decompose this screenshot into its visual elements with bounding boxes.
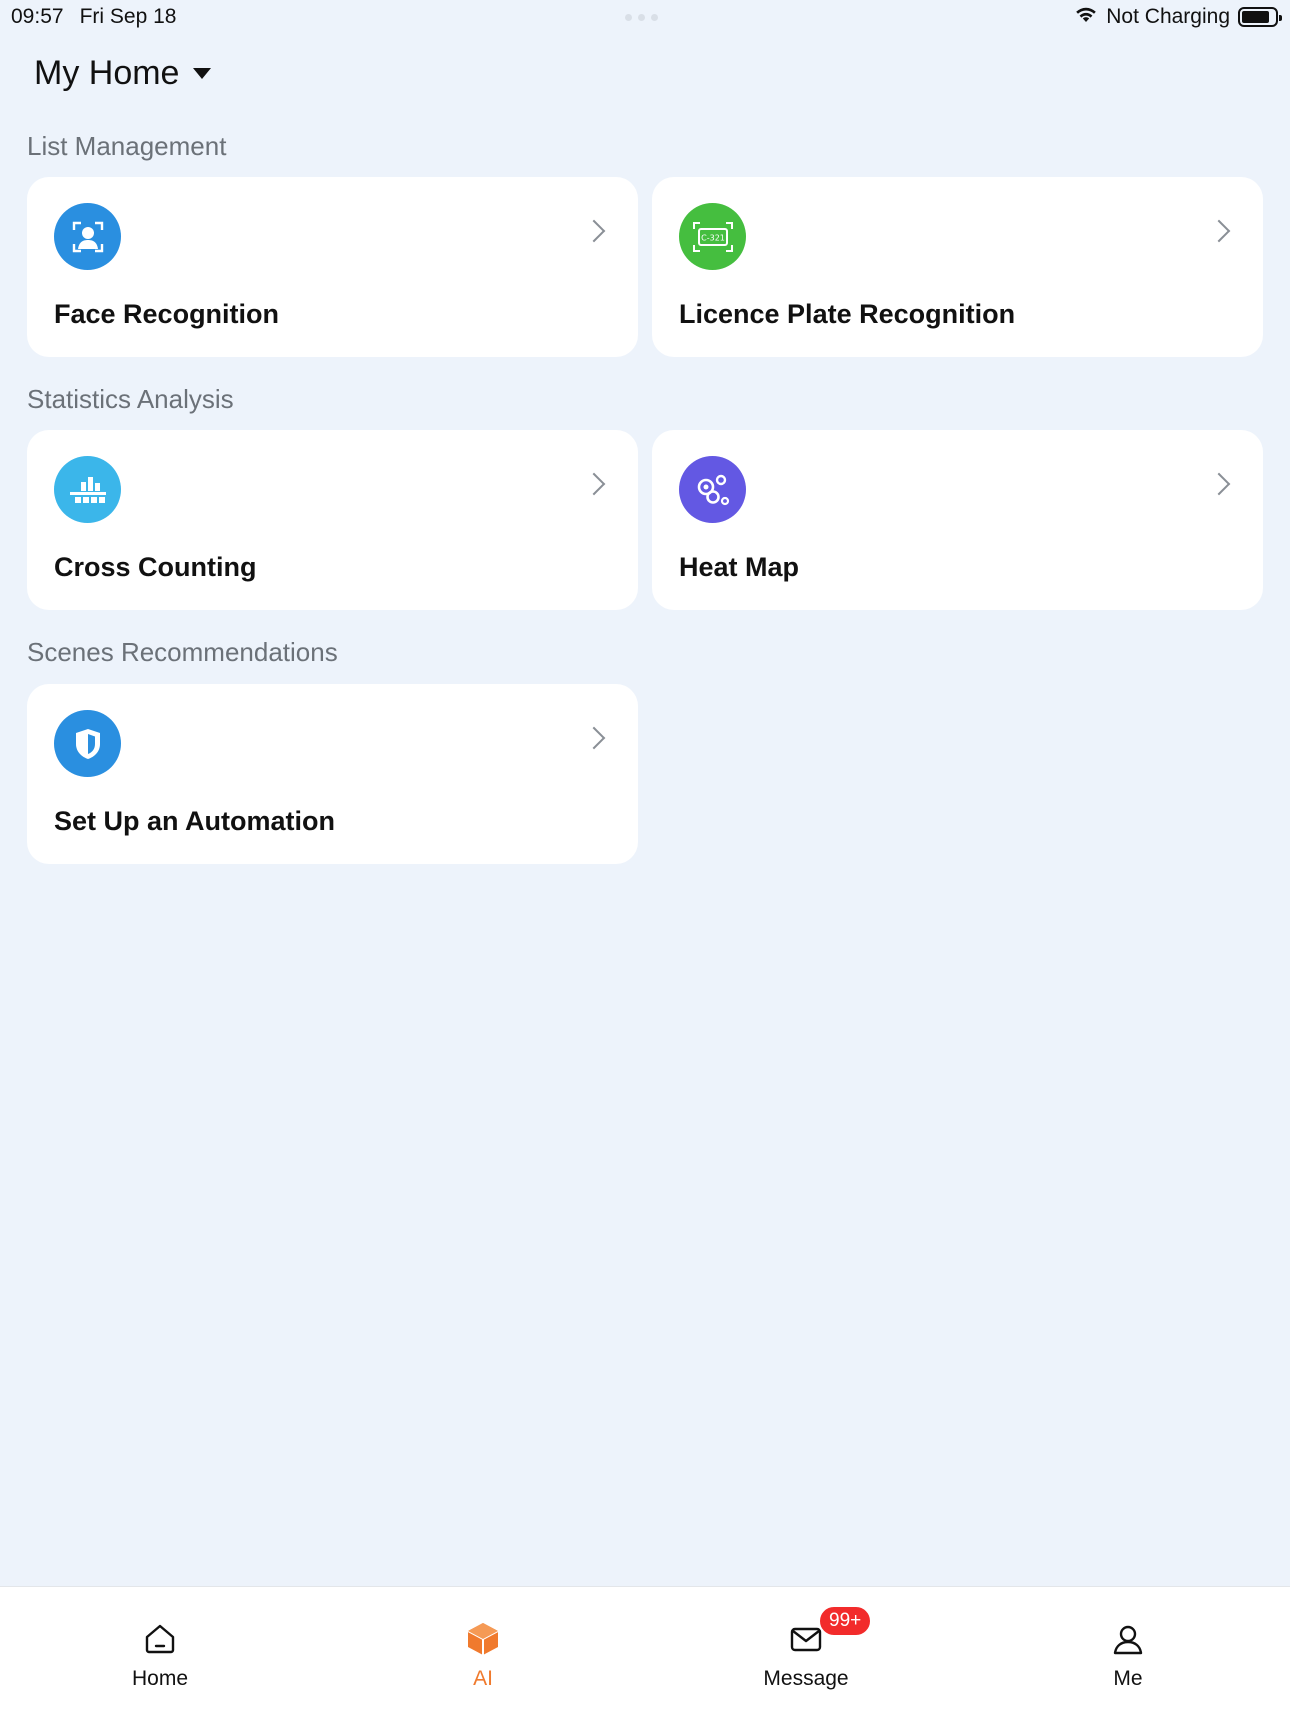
- bottom-tab-bar: Home AI Message 99+ Me: [0, 1586, 1290, 1721]
- card-label: Cross Counting: [54, 552, 257, 582]
- status-time: 09:57: [11, 5, 64, 28]
- tab-message[interactable]: Message 99+: [726, 1587, 886, 1697]
- card-cross-counting[interactable]: Cross Counting: [27, 430, 638, 610]
- home-icon: [142, 1621, 178, 1657]
- chevron-right-icon: [582, 726, 606, 750]
- plate-text: C-321: [701, 233, 725, 242]
- person-icon: [1110, 1621, 1146, 1657]
- multitasking-dots[interactable]: [625, 14, 658, 21]
- card-label: Licence Plate Recognition: [679, 299, 1016, 329]
- tab-home[interactable]: Home: [80, 1587, 240, 1697]
- message-count-badge: 99+: [818, 1605, 873, 1637]
- tab-label: AI: [473, 1667, 493, 1690]
- card-heat-map[interactable]: Heat Map: [652, 430, 1263, 610]
- section-label-statistics-analysis: Statistics Analysis: [27, 384, 234, 414]
- page-title: My Home: [34, 54, 180, 92]
- tab-ai[interactable]: AI: [403, 1587, 563, 1697]
- tab-label: Home: [131, 1667, 189, 1690]
- home-selector[interactable]: My Home: [34, 54, 212, 93]
- status-time-date: 09:57 Fri Sep 18: [11, 5, 176, 29]
- card-face-recognition[interactable]: Face Recognition: [27, 177, 638, 357]
- chevron-right-icon: [582, 219, 606, 243]
- section-label-scenes-recommendations: Scenes Recommendations: [27, 637, 338, 667]
- card-label: Set Up an Automation: [54, 806, 335, 836]
- card-licence-plate-recognition[interactable]: C-321 Licence Plate Recognition: [652, 177, 1263, 357]
- wifi-icon: [1074, 5, 1098, 29]
- status-indicators: Not Charging: [1074, 5, 1282, 29]
- face-recognition-icon: [54, 203, 121, 270]
- section-label-list-management: List Management: [27, 131, 227, 161]
- tab-label: Me: [1113, 1667, 1143, 1690]
- caret-down-icon: [193, 68, 212, 79]
- tab-me[interactable]: Me: [1048, 1587, 1208, 1697]
- chevron-right-icon: [1207, 219, 1231, 243]
- tab-label: Message: [763, 1667, 849, 1690]
- heat-map-icon: [679, 456, 746, 523]
- licence-plate-icon: C-321: [679, 203, 746, 270]
- shield-icon: [54, 710, 121, 777]
- card-label: Face Recognition: [54, 299, 280, 329]
- chevron-right-icon: [582, 472, 606, 496]
- card-label: Heat Map: [679, 552, 800, 582]
- battery-icon: [1238, 7, 1282, 27]
- ai-cube-icon: [465, 1621, 501, 1657]
- card-set-up-automation[interactable]: Set Up an Automation: [27, 684, 638, 864]
- status-bar: 09:57 Fri Sep 18 Not Charging: [0, 0, 1290, 34]
- status-date: Fri Sep 18: [79, 5, 177, 28]
- charging-status: Not Charging: [1106, 5, 1230, 28]
- chevron-right-icon: [1207, 472, 1231, 496]
- cross-counting-icon: [54, 456, 121, 523]
